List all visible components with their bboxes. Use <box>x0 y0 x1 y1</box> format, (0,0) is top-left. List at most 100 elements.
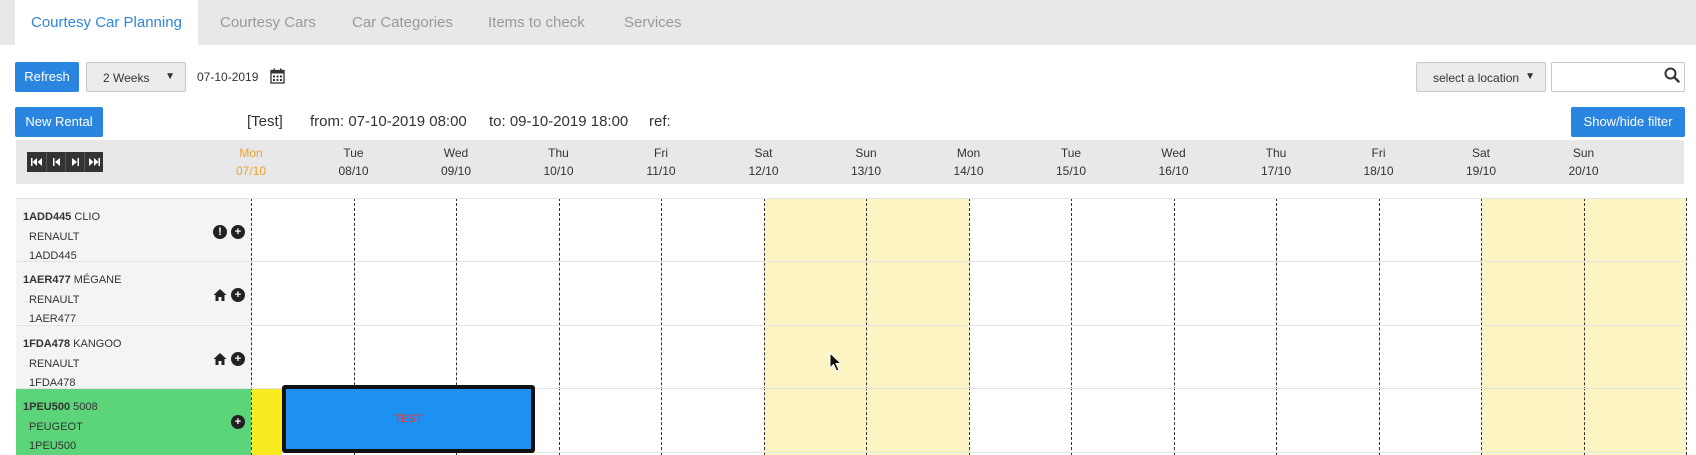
tab-courtesy-car-planning[interactable]: Courtesy Car Planning <box>15 0 198 45</box>
car-brand: RENAULT <box>29 231 80 243</box>
rental-ref: ref: <box>649 113 671 130</box>
rental-to: to: 09-10-2019 18:00 <box>489 113 629 130</box>
add-icon[interactable]: + <box>231 415 245 429</box>
day-divider <box>1583 198 1585 455</box>
rental-from: from: 07-10-2019 08:00 <box>310 113 467 130</box>
day-of-week: Thu <box>548 146 569 160</box>
day-header: Thu 10/10 <box>508 144 610 180</box>
weekend-column <box>1481 198 1584 455</box>
tab-services[interactable]: Services <box>608 0 698 45</box>
add-icon[interactable]: + <box>231 352 245 366</box>
tab-courtesy-cars[interactable]: Courtesy Cars <box>204 0 332 45</box>
car-plate: 1ADD445 <box>29 250 77 262</box>
car-plate: 1PEU500 <box>29 440 77 452</box>
day-date: 19/10 <box>1465 164 1497 178</box>
car-title: 1ADD445 CLIO <box>23 211 100 223</box>
car-title: 1FDA478 KANGOO <box>23 338 121 350</box>
day-of-week: Fri <box>1371 146 1386 160</box>
calendar-icon[interactable] <box>270 68 285 89</box>
car-brand: PEUGEOT <box>29 421 83 433</box>
tab-bar: Courtesy Car Planning Courtesy Cars Car … <box>0 0 1696 45</box>
car-row-header[interactable]: 1AER477 MÉGANE RENAULT 1AER477 + <box>16 262 251 325</box>
day-header: Mon 14/10 <box>918 144 1020 180</box>
refresh-button[interactable]: Refresh <box>15 62 79 92</box>
day-divider <box>1686 198 1687 455</box>
rental-name: [Test] <box>247 113 283 130</box>
car-plate-bold: 1AER477 <box>23 274 71 286</box>
date-navigation <box>27 152 103 172</box>
day-of-week: Sun <box>855 146 877 160</box>
car-title: 1PEU500 5008 <box>23 401 98 413</box>
preparation-block[interactable] <box>252 389 282 455</box>
day-divider <box>866 198 867 455</box>
tab-car-categories[interactable]: Car Categories <box>336 0 469 45</box>
day-date: 08/10 <box>338 164 369 178</box>
chevron-down-icon: ▼ <box>1525 71 1535 82</box>
car-model: CLIO <box>74 211 101 223</box>
day-divider <box>661 198 662 455</box>
show-hide-filter-button[interactable]: Show/hide filter <box>1571 107 1685 137</box>
day-date: 13/10 <box>850 164 882 178</box>
day-date: 09/10 <box>440 164 472 178</box>
day-date: 16/10 <box>1158 164 1189 178</box>
day-header: Thu 17/10 <box>1225 144 1327 180</box>
day-divider <box>763 198 765 455</box>
car-row-header[interactable]: 1ADD445 CLIO RENAULT 1ADD445! + <box>16 199 251 262</box>
car-model: KANGOO <box>73 338 122 350</box>
day-of-week: Sat <box>754 146 773 160</box>
last-icon[interactable] <box>84 152 103 172</box>
row-separator <box>16 261 1684 262</box>
home-icon[interactable] <box>213 288 227 302</box>
day-of-week: Wed <box>443 146 469 160</box>
prev-icon[interactable] <box>46 152 65 172</box>
car-model: MÉGANE <box>73 274 122 286</box>
day-date: 11/10 <box>646 164 676 178</box>
car-brand: RENAULT <box>29 294 80 306</box>
day-of-week: Fri <box>654 146 668 160</box>
search-icon[interactable] <box>1664 67 1680 88</box>
day-divider <box>558 198 560 455</box>
day-of-week: Sat <box>1471 146 1490 160</box>
day-header: Wed 16/10 <box>1123 144 1225 180</box>
day-date: 07/10 <box>235 164 267 178</box>
day-header: Tue 15/10 <box>1020 144 1122 180</box>
car-brand: RENAULT <box>29 358 80 370</box>
day-of-week: Tue <box>343 146 364 160</box>
car-row-header[interactable]: 1FDA478 KANGOO RENAULT 1FDA478 + <box>16 326 251 389</box>
weekend-column <box>1583 198 1686 455</box>
day-header: Sun 13/10 <box>815 144 917 180</box>
chevron-down-icon: ▼ <box>165 71 175 82</box>
car-model: 5008 <box>73 401 98 413</box>
day-divider <box>1173 198 1175 455</box>
add-icon[interactable]: + <box>231 225 245 239</box>
day-date: 17/10 <box>1260 164 1292 178</box>
next-icon[interactable] <box>65 152 84 172</box>
day-header: Mon 07/10 <box>200 144 302 180</box>
day-divider <box>1276 198 1277 455</box>
day-of-week: Thu <box>1265 146 1287 160</box>
spacer-row <box>16 184 1684 198</box>
location-select[interactable]: select a location ▼ <box>1416 62 1546 92</box>
day-date: 10/10 <box>543 164 574 178</box>
first-icon[interactable] <box>27 152 46 172</box>
period-select[interactable]: 2 Weeks ▼ <box>86 62 186 92</box>
new-rental-button[interactable]: New Rental <box>15 107 103 137</box>
row-separator <box>16 198 1684 199</box>
weekend-column <box>866 198 969 455</box>
day-of-week: Sun <box>1572 146 1595 160</box>
reservation-block[interactable]: TEST <box>282 385 535 453</box>
car-plate-bold: 1PEU500 <box>23 401 71 413</box>
mouse-cursor-icon <box>829 351 843 377</box>
tab-items-to-check[interactable]: Items to check <box>472 0 601 45</box>
warning-icon[interactable]: ! <box>213 225 227 239</box>
start-date[interactable]: 07-10-2019 <box>197 70 258 84</box>
home-icon[interactable] <box>213 352 227 366</box>
day-divider <box>1378 198 1380 455</box>
day-of-week: Mon <box>956 146 981 160</box>
day-of-week: Mon <box>239 146 263 160</box>
add-icon[interactable]: + <box>231 288 245 302</box>
car-row-header[interactable]: 1PEU500 5008 PEUGEOT 1PEU500 + <box>16 389 251 455</box>
day-divider <box>1071 198 1072 455</box>
car-plate: 1FDA478 <box>29 377 76 389</box>
day-header: Fri 11/10 <box>610 144 712 180</box>
